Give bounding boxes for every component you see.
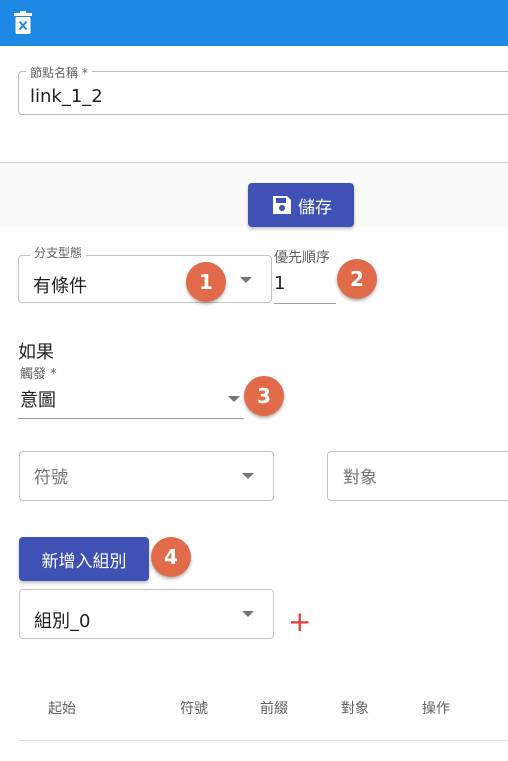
- plus-icon[interactable]: +: [288, 608, 311, 636]
- trigger-label: 觸發 *: [20, 367, 57, 382]
- chevron-down-icon[interactable]: [240, 277, 252, 283]
- trash-icon[interactable]: [13, 11, 33, 35]
- save-button[interactable]: 儲存: [248, 183, 354, 227]
- chevron-down-icon[interactable]: [228, 396, 240, 402]
- step-badge-1: 1: [186, 262, 226, 302]
- symbol-placeholder: 符號: [34, 468, 68, 488]
- save-button-label: 儲存: [298, 197, 332, 218]
- priority-input[interactable]: 1: [274, 273, 285, 294]
- condition-title: 如果: [18, 342, 54, 363]
- step-badge-4: 4: [151, 537, 191, 577]
- step-badge-3: 3: [244, 376, 284, 416]
- chevron-down-icon[interactable]: [242, 473, 254, 479]
- top-app-bar: [0, 0, 508, 46]
- table-header-target: 對象: [341, 701, 369, 717]
- group-select-value: 組別_0: [34, 611, 91, 632]
- node-name-label: 節點名稱 *: [26, 64, 92, 81]
- add-group-button[interactable]: 新增入組別: [19, 537, 149, 581]
- branch-type-value: 有條件: [33, 276, 87, 297]
- trigger-select[interactable]: 意圖: [20, 386, 56, 412]
- priority-underline: [274, 303, 336, 304]
- target-placeholder: 對象: [343, 468, 377, 488]
- trigger-underline: [18, 418, 244, 419]
- floppy-disk-icon: [273, 196, 291, 214]
- table-divider: [18, 740, 508, 741]
- table-header-start: 起始: [48, 701, 76, 717]
- priority-label: 優先順序: [274, 250, 330, 266]
- branch-type-label: 分支型態: [30, 244, 87, 261]
- node-name-input[interactable]: link_1_2: [30, 86, 103, 107]
- table-header-symbol: 符號: [180, 701, 208, 717]
- table-header-prefix: 前綴: [260, 701, 288, 717]
- chevron-down-icon[interactable]: [242, 611, 254, 617]
- table-header-actions: 操作: [422, 701, 450, 717]
- step-badge-2: 2: [337, 259, 377, 299]
